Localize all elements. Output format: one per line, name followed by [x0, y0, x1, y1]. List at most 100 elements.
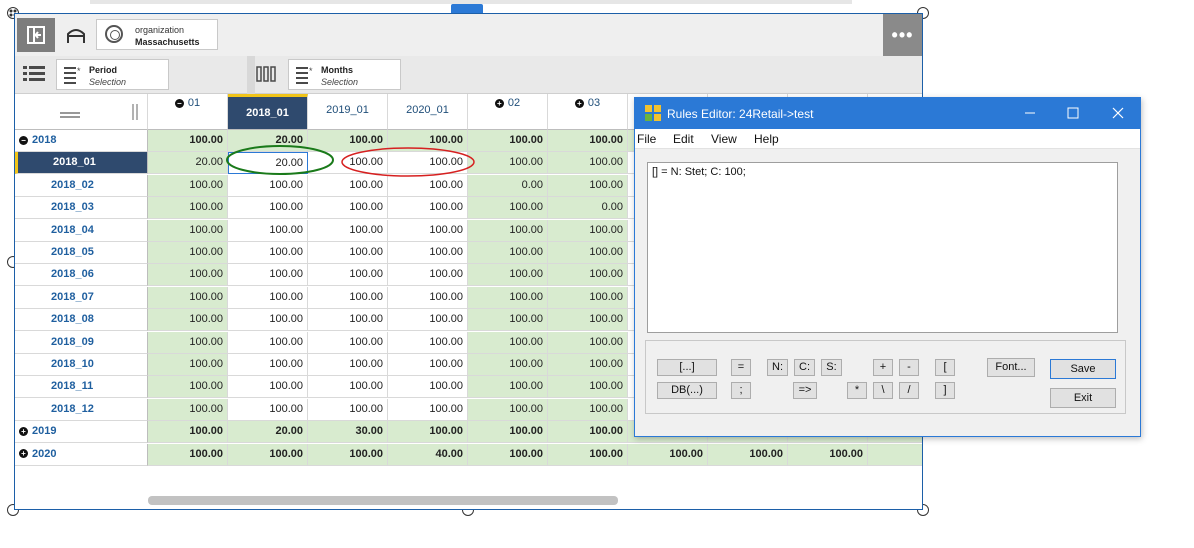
row-header[interactable]: 2018_05	[15, 242, 148, 264]
row-header[interactable]: 2018_11	[15, 376, 148, 399]
grid-cell[interactable]: 100.00	[308, 354, 388, 376]
editor-titlebar[interactable]: Rules Editor: 24Retail->test	[635, 98, 1140, 129]
grid-cell[interactable]: 100.00	[228, 398, 308, 421]
grid-cell[interactable]: 100.00	[388, 197, 468, 220]
grid-cell[interactable]: 100.00	[548, 219, 628, 242]
db-function-button[interactable]: DB(...)	[657, 382, 717, 399]
save-button[interactable]: Save	[1050, 359, 1116, 379]
plus-button[interactable]: +	[873, 359, 893, 376]
rows-list-icon[interactable]	[23, 65, 45, 86]
multiply-button[interactable]: *	[847, 382, 867, 399]
grid-cell[interactable]: 100.00	[388, 309, 468, 332]
columns-icon[interactable]	[256, 65, 276, 86]
grid-cell[interactable]: 100.00	[228, 443, 308, 466]
grid-cell[interactable]: 100.00	[308, 376, 388, 399]
grid-cell[interactable]: 100.00	[708, 443, 788, 466]
grid-cell[interactable]: 100.00	[468, 152, 548, 175]
grid-cell[interactable]: 100.00	[308, 309, 388, 332]
row-header[interactable]: +2019	[15, 421, 148, 444]
grid-cell[interactable]: 100.00	[548, 286, 628, 309]
grid-cell[interactable]: 100.00	[388, 398, 468, 421]
column-header[interactable]: 2019_01	[308, 94, 388, 130]
row-header[interactable]: 2018_01	[15, 152, 148, 175]
row-header[interactable]: 2018_06	[15, 264, 148, 287]
grid-cell[interactable]: 100.00	[148, 242, 228, 264]
grid-cell[interactable]: 100.00	[548, 354, 628, 376]
maximize-button[interactable]	[1063, 103, 1083, 123]
grid-cell[interactable]: 100.00	[548, 152, 628, 175]
grid-cell[interactable]: 100.00	[548, 242, 628, 264]
grid-cell[interactable]: 10	[868, 443, 922, 466]
grid-cell[interactable]: 100.00	[628, 443, 708, 466]
grid-cell[interactable]: 100.00	[308, 197, 388, 220]
grid-cell[interactable]: 100.00	[148, 219, 228, 242]
row-header[interactable]: 2018_07	[15, 286, 148, 309]
grid-cell[interactable]: 100.00	[468, 197, 548, 220]
backslash-button[interactable]: \	[873, 382, 893, 399]
equals-button[interactable]: =	[731, 359, 751, 376]
grid-cell[interactable]: 100.00	[468, 354, 548, 376]
grid-cell[interactable]: 100.00	[388, 331, 468, 354]
minus-button[interactable]: -	[899, 359, 919, 376]
grid-cell[interactable]: 100.00	[148, 331, 228, 354]
grid-cell[interactable]: 100.00	[148, 398, 228, 421]
grid-cell[interactable]: 100.00	[148, 130, 228, 152]
grid-cell[interactable]: 20.00	[148, 152, 228, 175]
months-selector[interactable]: * Months Selection	[288, 59, 401, 90]
grid-cell[interactable]: 100.00	[548, 264, 628, 287]
grid-cell[interactable]: 100.00	[308, 443, 388, 466]
grid-cell[interactable]: 100.00	[388, 242, 468, 264]
grid-cell[interactable]: 100.00	[468, 286, 548, 309]
c-button[interactable]: C:	[794, 359, 815, 376]
minimize-button[interactable]	[1020, 103, 1040, 123]
column-header[interactable]: +03	[548, 94, 628, 130]
column-header[interactable]: −01	[148, 94, 228, 130]
arrow-button[interactable]: =>	[793, 382, 817, 399]
n-button[interactable]: N:	[767, 359, 788, 376]
grid-cell[interactable]: 100.00	[468, 443, 548, 466]
column-header[interactable]: +02	[468, 94, 548, 130]
exit-button[interactable]: Exit	[1050, 388, 1116, 408]
grid-cell[interactable]: 100.00	[388, 354, 468, 376]
grid-cell[interactable]: 100.00	[548, 130, 628, 152]
grid-cell[interactable]: 20.00	[228, 421, 308, 444]
grid-cell[interactable]: 100.00	[228, 264, 308, 287]
grid-cell[interactable]: 100.00	[308, 264, 388, 287]
grid-cell[interactable]: 100.00	[228, 354, 308, 376]
grid-cell[interactable]: 100.00	[548, 376, 628, 399]
collapse-icon[interactable]: +	[494, 98, 504, 108]
row-header[interactable]: 2018_03	[15, 197, 148, 220]
column-header[interactable]: 2018_01	[228, 94, 308, 130]
grid-cell[interactable]: 100.00	[468, 309, 548, 332]
grid-cell[interactable]: 100.00	[388, 286, 468, 309]
row-header[interactable]: 2018_10	[15, 354, 148, 376]
collapse-icon[interactable]: +	[574, 98, 584, 108]
display-toggle-button[interactable]	[57, 18, 95, 52]
grid-cell[interactable]: 100.00	[148, 264, 228, 287]
row-header[interactable]: 2018_02	[15, 174, 148, 197]
grid-cell[interactable]: 100.00	[468, 264, 548, 287]
grid-cell[interactable]: 100.00	[228, 376, 308, 399]
grid-cell[interactable]: 100.00	[228, 309, 308, 332]
organization-selector[interactable]: organization Massachusetts	[96, 19, 218, 50]
grid-cell[interactable]: 100.00	[788, 443, 868, 466]
collapse-icon[interactable]: −	[174, 98, 184, 108]
grid-cell[interactable]: 100.00	[468, 421, 548, 444]
grid-cell[interactable]: 100.00	[468, 219, 548, 242]
column-header[interactable]: 2020_01	[388, 94, 468, 130]
grid-cell[interactable]: 100.00	[148, 286, 228, 309]
grid-cell[interactable]: 100.00	[468, 331, 548, 354]
grid-cell[interactable]: 100.00	[148, 354, 228, 376]
row-header[interactable]: 2018_08	[15, 309, 148, 332]
horizontal-scrollbar[interactable]	[148, 496, 618, 505]
s-button[interactable]: S:	[821, 359, 842, 376]
grid-cell[interactable]: 100.00	[468, 376, 548, 399]
open-bracket-button[interactable]: [	[935, 359, 955, 376]
row-header[interactable]: 2018_04	[15, 219, 148, 242]
grid-cell[interactable]: 100.00	[548, 421, 628, 444]
collapse-panel-button[interactable]	[17, 18, 55, 52]
menu-edit[interactable]: Edit	[673, 132, 694, 146]
grid-cell[interactable]: 40.00	[388, 443, 468, 466]
row-header[interactable]: 2018_12	[15, 398, 148, 421]
divide-button[interactable]: /	[899, 382, 919, 399]
